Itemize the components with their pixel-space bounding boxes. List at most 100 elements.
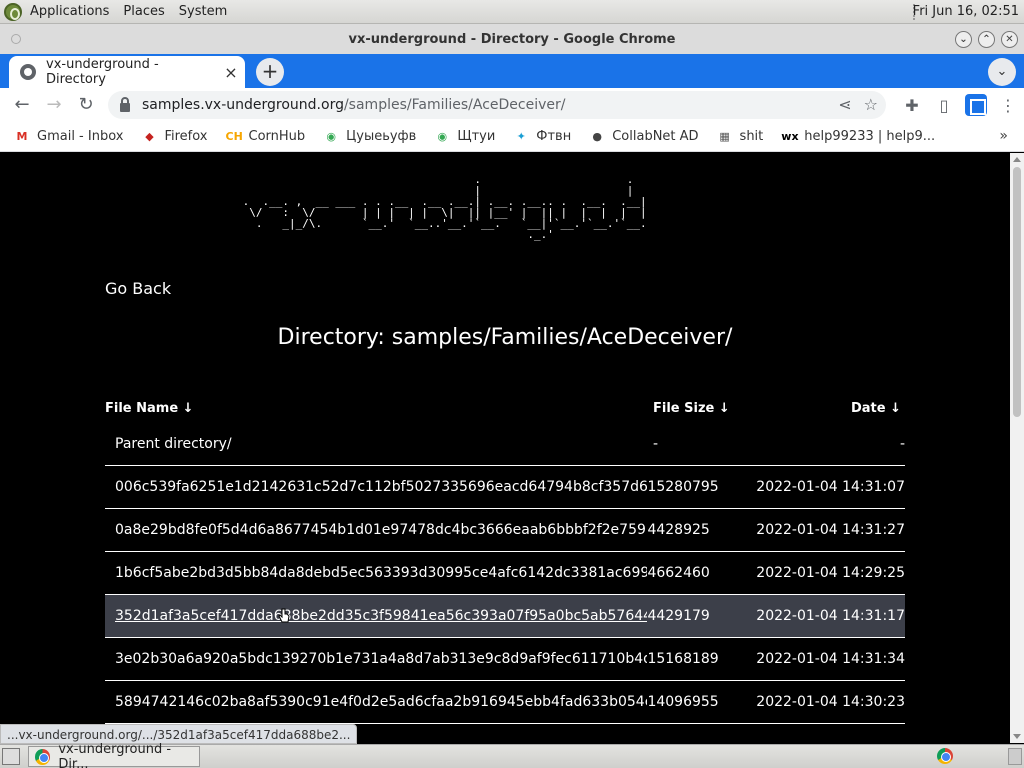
tab-active[interactable]: vx-underground - Directory ×	[9, 56, 245, 88]
window-title: vx-underground - Directory - Google Chro…	[348, 31, 676, 47]
new-tab-button[interactable]: +	[256, 58, 284, 86]
file-name-link[interactable]: 5894742146c02ba8af5390c91e4f0d2e5ad6cfaa…	[105, 694, 647, 710]
tab-close-icon[interactable]: ×	[221, 63, 241, 82]
scrollbar-thumb[interactable]	[1013, 167, 1021, 417]
minimize-button[interactable]: ⌄	[955, 31, 972, 48]
bookmark-label: help99233 | help9...	[804, 129, 936, 144]
table-header: File Name ↓ File Size ↓ Date ↓	[105, 393, 905, 423]
file-size: 14096955	[647, 694, 719, 710]
table-row[interactable]: 5894742146c02ba8af5390c91e4f0d2e5ad6cfaa…	[105, 681, 905, 724]
file-name-link[interactable]: 0a8e29bd8fe0f5d4d6a8677454b1d01e97478dc4…	[105, 522, 647, 538]
extensions-icon[interactable]: ✚	[896, 96, 928, 115]
parent-directory-row[interactable]: Parent directory/ - -	[105, 423, 905, 466]
close-window-button[interactable]: ✕	[1001, 31, 1018, 48]
bookmark-label: Фтвн	[536, 129, 572, 144]
file-name-text[interactable]: 006c539fa6251e1d2142631c52d7c112bf502733…	[115, 479, 647, 495]
maps-pin-icon: ◉	[326, 129, 336, 143]
file-name-text[interactable]: 5894742146c02ba8af5390c91e4f0d2e5ad6cfaa…	[115, 694, 647, 710]
workspace-switcher[interactable]	[1008, 748, 1022, 765]
file-size: 15168189	[647, 651, 719, 667]
bookmarks-bar: M Gmail - Inbox ◆ Firefox CH CornHub ◉ Цуыеьуфв…	[0, 122, 1024, 152]
bookmark-item[interactable]: ◉ Щтуи	[434, 129, 496, 145]
distro-logo-icon[interactable]	[4, 2, 22, 21]
bookmark-item[interactable]: CH CornHub	[226, 129, 306, 145]
bookmark-label: CornHub	[248, 129, 306, 144]
taskbar-chrome-window[interactable]: vx-underground - Dir...	[28, 742, 200, 768]
bookmark-label: Gmail - Inbox	[37, 129, 124, 144]
side-panel-icon[interactable]: ▯	[928, 96, 960, 115]
bookmark-item[interactable]: M Gmail - Inbox	[14, 129, 124, 145]
bookmark-label: Цуыеьуфв	[346, 129, 417, 144]
file-date: 2022-01-04 14:29:25	[756, 565, 905, 581]
back-button[interactable]: ←	[6, 89, 38, 121]
file-name-text[interactable]: Parent directory/	[115, 436, 232, 452]
lock-icon[interactable]	[120, 96, 130, 112]
hfs-icon: ▦	[719, 129, 730, 143]
file-name-text[interactable]: 0a8e29bd8fe0f5d4d6a8677454b1d01e97478dc4…	[115, 522, 647, 538]
forward-button[interactable]: →	[38, 89, 70, 121]
file-name-link[interactable]: 1b6cf5abe2bd3d5bb84da8debd5ec563393d3099…	[105, 565, 647, 581]
site-favicon-icon	[20, 64, 36, 80]
file-table: File Name ↓ File Size ↓ Date ↓ Parent di…	[105, 393, 905, 724]
window-menu-icon[interactable]	[11, 34, 21, 44]
bookmarks-overflow-icon[interactable]: »	[999, 128, 1008, 144]
show-desktop-button[interactable]	[2, 748, 20, 765]
maximize-button[interactable]: ⌃	[978, 31, 995, 48]
bookmark-label: shit	[739, 129, 764, 144]
wix-icon: wx	[781, 129, 799, 143]
tray-chrome-icon[interactable]	[937, 748, 953, 764]
bookmark-item[interactable]: ✦ Фтвн	[513, 129, 572, 145]
table-row[interactable]: 1b6cf5abe2bd3d5bb84da8debd5ec563393d3099…	[105, 552, 905, 595]
go-back-link[interactable]: Go Back	[105, 279, 171, 298]
file-name-text[interactable]: 352d1af3a5cef417dda688be2dd35c3f59841ea5…	[115, 608, 647, 624]
browser-toolbar: ← → ↻ samples.vx-underground.org/samples…	[0, 88, 1024, 122]
applications-menu[interactable]: Applications	[30, 4, 109, 19]
file-size: 15280795	[647, 479, 719, 495]
bookmark-label: CollabNet AD	[612, 129, 699, 144]
file-name-link[interactable]: Parent directory/	[105, 436, 653, 452]
file-name-link[interactable]: 352d1af3a5cef417dda688be2dd35c3f59841ea5…	[105, 608, 647, 624]
web-page: . . | | . .__. , __ ___ . . .__ .__ .__.…	[0, 153, 1010, 743]
scroll-up-icon[interactable]	[1013, 157, 1021, 162]
table-row[interactable]: 352d1af3a5cef417dda688be2dd35c3f59841ea5…	[105, 595, 905, 638]
file-name-link[interactable]: 3e02b30a6a920a5bdc139270b1e731a4a8d7ab31…	[105, 651, 647, 667]
system-menu[interactable]: System	[179, 4, 227, 19]
file-size: 4662460	[647, 565, 710, 581]
scroll-down-icon[interactable]	[1013, 734, 1021, 739]
url-host: samples.vx-underground.org	[142, 97, 344, 113]
bookmark-label: Firefox	[164, 129, 208, 144]
firefox-icon: ◆	[145, 129, 154, 143]
places-menu[interactable]: Places	[123, 4, 164, 19]
table-row[interactable]: 0a8e29bd8fe0f5d4d6a8677454b1d01e97478dc4…	[105, 509, 905, 552]
sort-by-size-header[interactable]: File Size ↓	[653, 401, 763, 416]
share-icon[interactable]: ⋖	[838, 95, 851, 114]
file-name-text[interactable]: 3e02b30a6a920a5bdc139270b1e731a4a8d7ab31…	[115, 651, 647, 667]
file-date: 2022-01-04 14:31:34	[756, 651, 905, 667]
profile-avatar[interactable]	[965, 94, 987, 116]
site-logo-ascii: . . | | . .__. , __ ___ . . .__ .__ .__.…	[242, 173, 647, 241]
bookmark-item[interactable]: ◉ Цуыеьуфв	[323, 129, 416, 145]
table-row[interactable]: 006c539fa6251e1d2142631c52d7c112bf502733…	[105, 466, 905, 509]
file-name-link[interactable]: 006c539fa6251e1d2142631c52d7c112bf502733…	[105, 479, 647, 495]
address-bar[interactable]: samples.vx-underground.org/samples/Famil…	[108, 91, 886, 119]
file-date: 2022-01-04 14:31:17	[756, 608, 905, 624]
window-titlebar[interactable]: vx-underground - Directory - Google Chro…	[0, 24, 1024, 54]
reload-button[interactable]: ↻	[70, 89, 102, 121]
file-name-text[interactable]: 1b6cf5abe2bd3d5bb84da8debd5ec563393d3099…	[115, 565, 647, 581]
bookmark-item[interactable]: wx help99233 | help9...	[781, 129, 935, 145]
page-scrollbar[interactable]	[1010, 153, 1024, 743]
table-row[interactable]: 3e02b30a6a920a5bdc139270b1e731a4a8d7ab31…	[105, 638, 905, 681]
tab-strip: vx-underground - Directory × + ⌄	[0, 54, 1024, 88]
tab-title: vx-underground - Directory	[46, 57, 159, 87]
sort-by-name-header[interactable]: File Name ↓	[105, 401, 653, 416]
file-date: 2022-01-04 14:31:07	[756, 479, 905, 495]
tab-search-button[interactable]: ⌄	[988, 58, 1016, 86]
bookmark-item[interactable]: ● CollabNet AD	[589, 129, 698, 145]
panel-clock[interactable]: Fri Jun 16, 02:51	[913, 4, 1019, 19]
bookmark-star-icon[interactable]: ☆	[864, 95, 878, 114]
bookmark-item[interactable]: ▦ shit	[717, 129, 764, 145]
bookmark-item[interactable]: ◆ Firefox	[141, 129, 207, 145]
chrome-menu-icon[interactable]: ⋮	[992, 96, 1024, 115]
bookmark-label: Щтуи	[457, 129, 496, 144]
sort-by-date-header[interactable]: Date ↓	[763, 401, 905, 416]
